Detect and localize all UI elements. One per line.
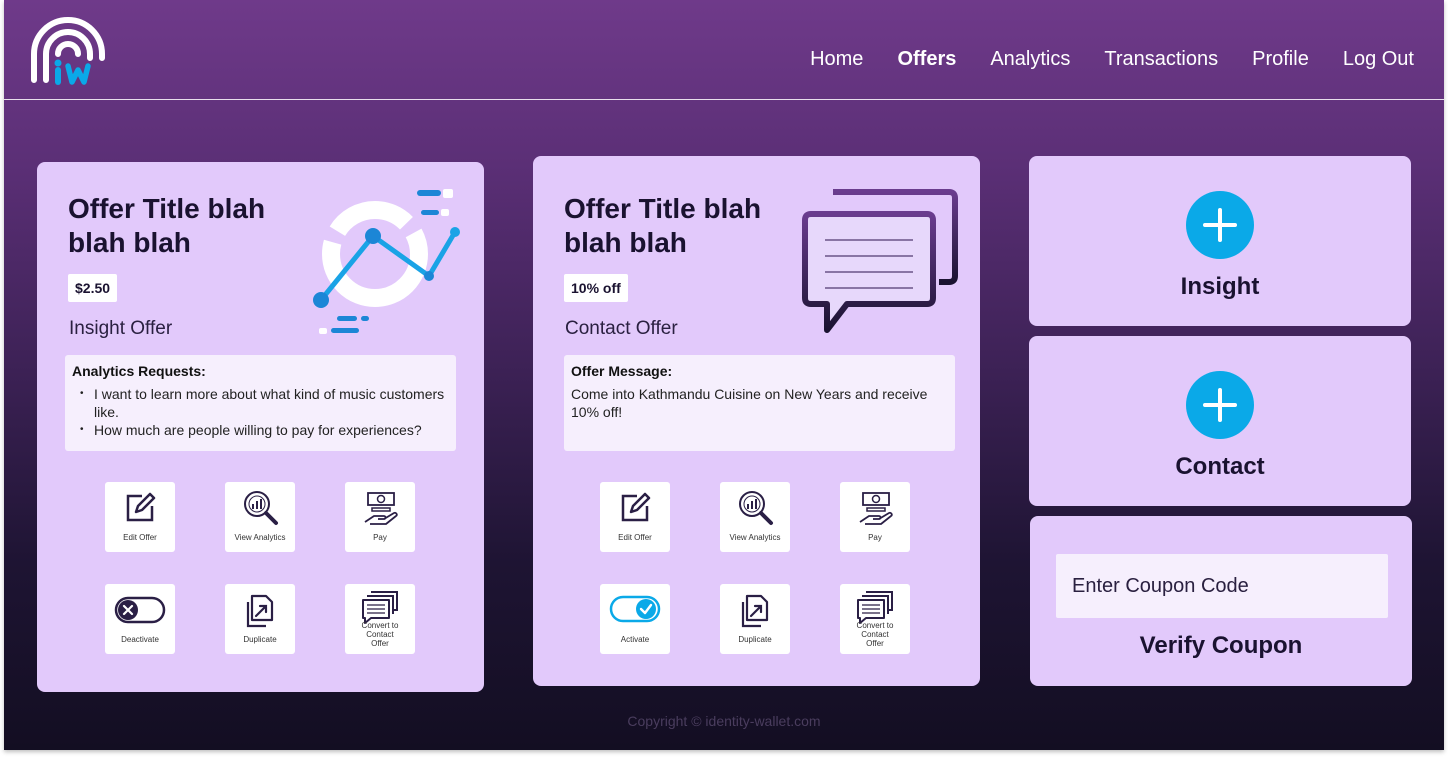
create-insight-label: Insight xyxy=(1180,273,1260,300)
convert-to-contact-offer-button[interactable]: Convert to Contact Offer xyxy=(345,584,415,654)
view-analytics-label: View Analytics xyxy=(729,533,781,542)
add-insight-plus-icon[interactable] xyxy=(1186,191,1254,259)
analytics-requests-heading: Analytics Requests: xyxy=(72,363,206,379)
duplicate-label: Duplicate xyxy=(243,635,277,644)
view-analytics-label: View Analytics xyxy=(234,533,286,542)
add-contact-plus-icon[interactable] xyxy=(1186,371,1254,439)
duplicate-label: Duplicate xyxy=(738,635,772,644)
money-hand-icon xyxy=(859,492,893,525)
create-insight-card[interactable]: Insight xyxy=(1029,156,1411,326)
magnifier-chart-icon xyxy=(739,491,773,525)
edit-offer-button[interactable]: Edit Offer xyxy=(105,482,175,552)
edit-offer-label: Edit Offer xyxy=(618,533,652,542)
offer-message-box: Offer Message: Come into Kathmandu Cuisi… xyxy=(564,355,955,451)
activate-label: Activate xyxy=(620,635,650,644)
pay-button[interactable]: Pay xyxy=(840,482,910,552)
deactivate-label: Deactivate xyxy=(121,635,159,644)
deactivate-toggle[interactable]: Deactivate xyxy=(105,584,175,654)
create-contact-card[interactable]: Contact xyxy=(1029,336,1411,506)
message-bubbles-illustration-icon xyxy=(802,189,958,333)
nav-profile[interactable]: Profile xyxy=(1252,48,1309,71)
activate-toggle[interactable]: Activate xyxy=(600,584,670,654)
list-item: How much are people willing to pay for e… xyxy=(80,421,449,439)
nav-analytics[interactable]: Analytics xyxy=(990,48,1070,71)
message-stack-icon xyxy=(857,591,893,624)
nav-home[interactable]: Home xyxy=(810,48,863,71)
duplicate-button[interactable]: Duplicate xyxy=(225,584,295,654)
list-item: I want to learn more about what kind of … xyxy=(80,385,449,421)
analytics-requests-list: I want to learn more about what kind of … xyxy=(72,385,449,439)
magnifier-chart-icon xyxy=(244,491,278,525)
pay-button[interactable]: Pay xyxy=(345,482,415,552)
toggle-off-icon xyxy=(114,596,166,624)
edit-icon xyxy=(621,492,651,522)
message-stack-icon xyxy=(362,591,398,624)
verify-coupon-button[interactable]: Verify Coupon xyxy=(1030,632,1412,660)
identity-wallet-logo[interactable] xyxy=(30,14,110,86)
offer-price-badge: $2.50 xyxy=(68,274,118,302)
header: Home Offers Analytics Transactions Profi… xyxy=(4,0,1444,100)
contact-offer-card: Offer Title blah blah blah 10% off Conta… xyxy=(533,156,980,686)
convert-to-contact-offer-button[interactable]: Convert to Contact Offer xyxy=(840,584,910,654)
toggle-on-icon xyxy=(609,595,661,623)
edit-offer-label: Edit Offer xyxy=(123,533,157,542)
pay-label: Pay xyxy=(373,533,387,542)
coupon-card: Verify Coupon xyxy=(1030,516,1412,686)
copyright-footer: Copyright © identity-wallet.com xyxy=(627,713,821,729)
nav-log-out[interactable]: Log Out xyxy=(1343,48,1414,71)
analytics-requests-box: Analytics Requests: I want to learn more… xyxy=(65,355,456,451)
view-analytics-button[interactable]: View Analytics xyxy=(720,482,790,552)
insight-offer-card: Offer Title blah blah blah $2.50 Insight… xyxy=(37,162,484,692)
duplicate-button[interactable]: Duplicate xyxy=(720,584,790,654)
pay-label: Pay xyxy=(868,533,882,542)
offer-message-text: Come into Kathmandu Cuisine on New Years… xyxy=(571,386,928,420)
offer-title: Offer Title blah blah blah xyxy=(564,193,762,258)
offer-discount-badge: 10% off xyxy=(564,274,628,302)
offer-type-label: Contact Offer xyxy=(565,318,678,339)
duplicate-icon xyxy=(246,594,274,628)
edit-offer-button[interactable]: Edit Offer xyxy=(600,482,670,552)
nav-offers[interactable]: Offers xyxy=(897,48,956,71)
duplicate-icon xyxy=(741,594,769,628)
convert-label: Convert to Contact Offer xyxy=(361,621,399,648)
analytics-chart-illustration-icon xyxy=(313,189,460,334)
coupon-code-input[interactable] xyxy=(1056,554,1388,618)
offer-type-label: Insight Offer xyxy=(69,318,173,339)
main-nav: Home Offers Analytics Transactions Profi… xyxy=(776,48,1414,71)
app-frame: Home Offers Analytics Transactions Profi… xyxy=(4,0,1444,750)
edit-icon xyxy=(126,492,156,522)
convert-label: Convert to Contact Offer xyxy=(856,621,894,648)
money-hand-icon xyxy=(364,492,398,525)
offer-title: Offer Title blah blah blah xyxy=(68,193,266,258)
nav-transactions[interactable]: Transactions xyxy=(1104,48,1218,71)
offer-message-heading: Offer Message: xyxy=(571,363,673,379)
view-analytics-button[interactable]: View Analytics xyxy=(225,482,295,552)
create-contact-label: Contact xyxy=(1175,453,1265,480)
